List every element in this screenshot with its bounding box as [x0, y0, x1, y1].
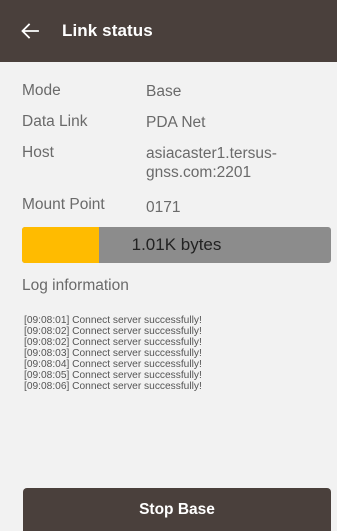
mode-value: Base [146, 83, 182, 100]
log-line: [09:08:02] Connect server successfully! [24, 326, 202, 337]
log-line: [09:08:05] Connect server successfully! [24, 370, 202, 381]
bytes-progress-bar: 1.01K bytes [22, 227, 331, 263]
back-button[interactable] [16, 17, 44, 45]
arrow-left-icon [21, 23, 39, 39]
host-value: asiacaster1.tersus-gnss.com:2201 [146, 145, 277, 181]
log-line: [09:08:01] Connect server successfully! [24, 315, 202, 326]
log-list: [09:08:01] Connect server successfully![… [24, 315, 202, 392]
log-line: [09:08:06] Connect server successfully! [24, 381, 202, 392]
mode-label: Mode [22, 82, 61, 99]
stop-base-button[interactable]: Stop Base [23, 488, 331, 531]
bytes-received-text: 1.01K bytes [131, 235, 222, 254]
log-information-title: Log information [22, 277, 129, 294]
data-link-label: Data Link [22, 113, 88, 130]
log-line: [09:08:03] Connect server successfully! [24, 348, 202, 359]
data-link-value: PDA Net [146, 114, 206, 131]
page-title: Link status [62, 21, 153, 40]
mount-point-value: 0171 [146, 199, 181, 216]
log-line: [09:08:04] Connect server successfully! [24, 359, 202, 370]
host-label: Host [22, 144, 54, 161]
content-area: Mode Base Data Link PDA Net Host asiacas… [0, 62, 337, 531]
app-bar: Link status [0, 0, 337, 62]
mount-point-label: Mount Point [22, 196, 105, 213]
log-line: [09:08:02] Connect server successfully! [24, 337, 202, 348]
